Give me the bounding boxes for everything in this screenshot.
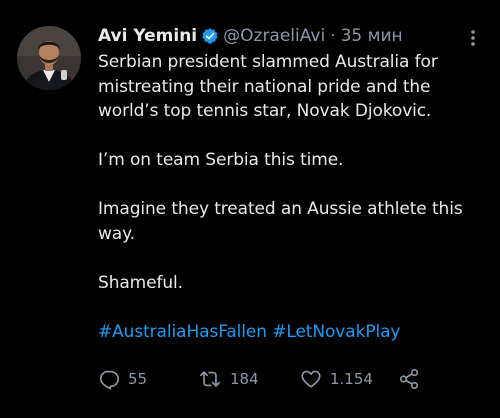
tweet-text-line: Serbian president slammed Australia for bbox=[98, 52, 438, 72]
tweet-header: Avi Yemini @OzraeliAvi · 35 мин bbox=[98, 22, 403, 50]
reply-button[interactable]: 55 bbox=[98, 368, 198, 390]
like-button[interactable]: 1.154 bbox=[300, 368, 398, 390]
retweet-icon bbox=[198, 368, 222, 390]
more-options-icon[interactable] bbox=[463, 26, 483, 50]
hashtag-link[interactable]: #AustraliaHasFallen bbox=[98, 322, 267, 342]
retweet-button[interactable]: 184 bbox=[198, 368, 300, 390]
share-button[interactable] bbox=[398, 368, 420, 390]
tweet-text-line: Imagine they treated an Aussie athlete t… bbox=[98, 199, 463, 219]
verified-badge-icon bbox=[201, 27, 219, 45]
tweet-text-line: way. bbox=[98, 223, 135, 244]
hashtags-line: #AustraliaHasFallen #LetNovakPlay bbox=[98, 320, 488, 345]
tweet[interactable]: Avi Yemini @OzraeliAvi · 35 мин Serbian … bbox=[0, 0, 500, 418]
separator-dot: · bbox=[330, 26, 336, 46]
tweet-text: Serbian president slammed Australia for … bbox=[98, 50, 488, 344]
user-handle[interactable]: @OzraeliAvi bbox=[223, 26, 325, 46]
reply-count: 55 bbox=[128, 370, 148, 388]
tweet-text-line: world’s top tennis star, Novak Djokovic. bbox=[98, 101, 432, 121]
retweet-count: 184 bbox=[230, 370, 259, 388]
tweet-actions: 55 184 1.154 bbox=[98, 367, 420, 391]
avatar[interactable] bbox=[17, 26, 81, 90]
reply-icon bbox=[98, 368, 120, 390]
tweet-text-line: mistreating their national pride and the bbox=[98, 76, 431, 97]
like-count: 1.154 bbox=[330, 370, 373, 388]
timestamp[interactable]: 35 мин bbox=[341, 26, 403, 46]
like-icon bbox=[300, 368, 322, 390]
share-icon bbox=[398, 368, 420, 390]
tweet-text-line: I’m on team Serbia this time. bbox=[98, 150, 344, 170]
tweet-text-line: Shameful. bbox=[98, 272, 183, 293]
display-name[interactable]: Avi Yemini bbox=[98, 26, 197, 46]
hashtag-link[interactable]: #LetNovakPlay bbox=[272, 322, 400, 342]
